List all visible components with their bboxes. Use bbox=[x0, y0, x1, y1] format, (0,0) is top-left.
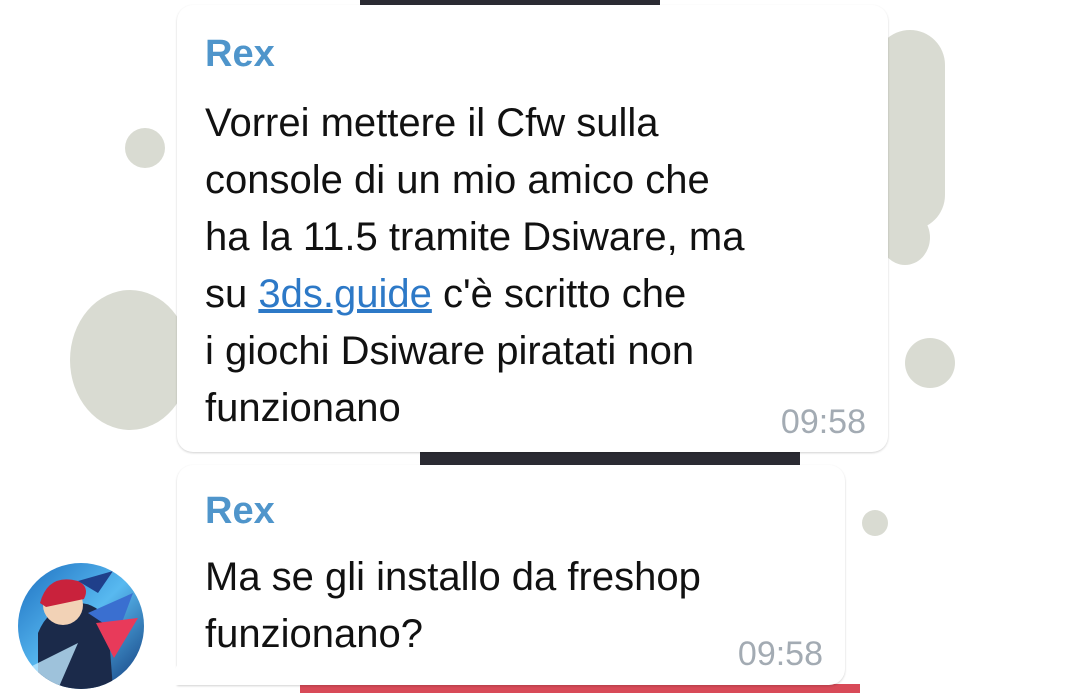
message-link[interactable]: 3ds.guide bbox=[258, 272, 431, 316]
message-time: 09:58 bbox=[737, 635, 823, 673]
wallpaper-shape bbox=[862, 510, 888, 536]
wallpaper-shape bbox=[70, 290, 190, 430]
wallpaper-shape bbox=[420, 450, 800, 466]
message-bubble[interactable]: Rex Vorrei mettere il Cfw sulla console … bbox=[177, 5, 888, 452]
wallpaper-shape bbox=[125, 128, 165, 168]
message-text: Ma se gli installo da freshop funzionano… bbox=[205, 555, 701, 656]
wallpaper-shape bbox=[300, 684, 860, 693]
user-avatar-icon bbox=[18, 563, 144, 689]
sender-name[interactable]: Rex bbox=[205, 490, 275, 533]
avatar[interactable] bbox=[18, 563, 144, 689]
wallpaper-shape bbox=[905, 338, 955, 388]
sender-name[interactable]: Rex bbox=[205, 33, 275, 76]
message-text: Vorrei mettere il Cfw sulla console di u… bbox=[205, 95, 744, 437]
bubble-tail bbox=[158, 655, 182, 685]
message-time: 09:58 bbox=[780, 403, 866, 441]
message-bubble[interactable]: Rex Ma se gli installo da freshop funzio… bbox=[177, 465, 845, 685]
